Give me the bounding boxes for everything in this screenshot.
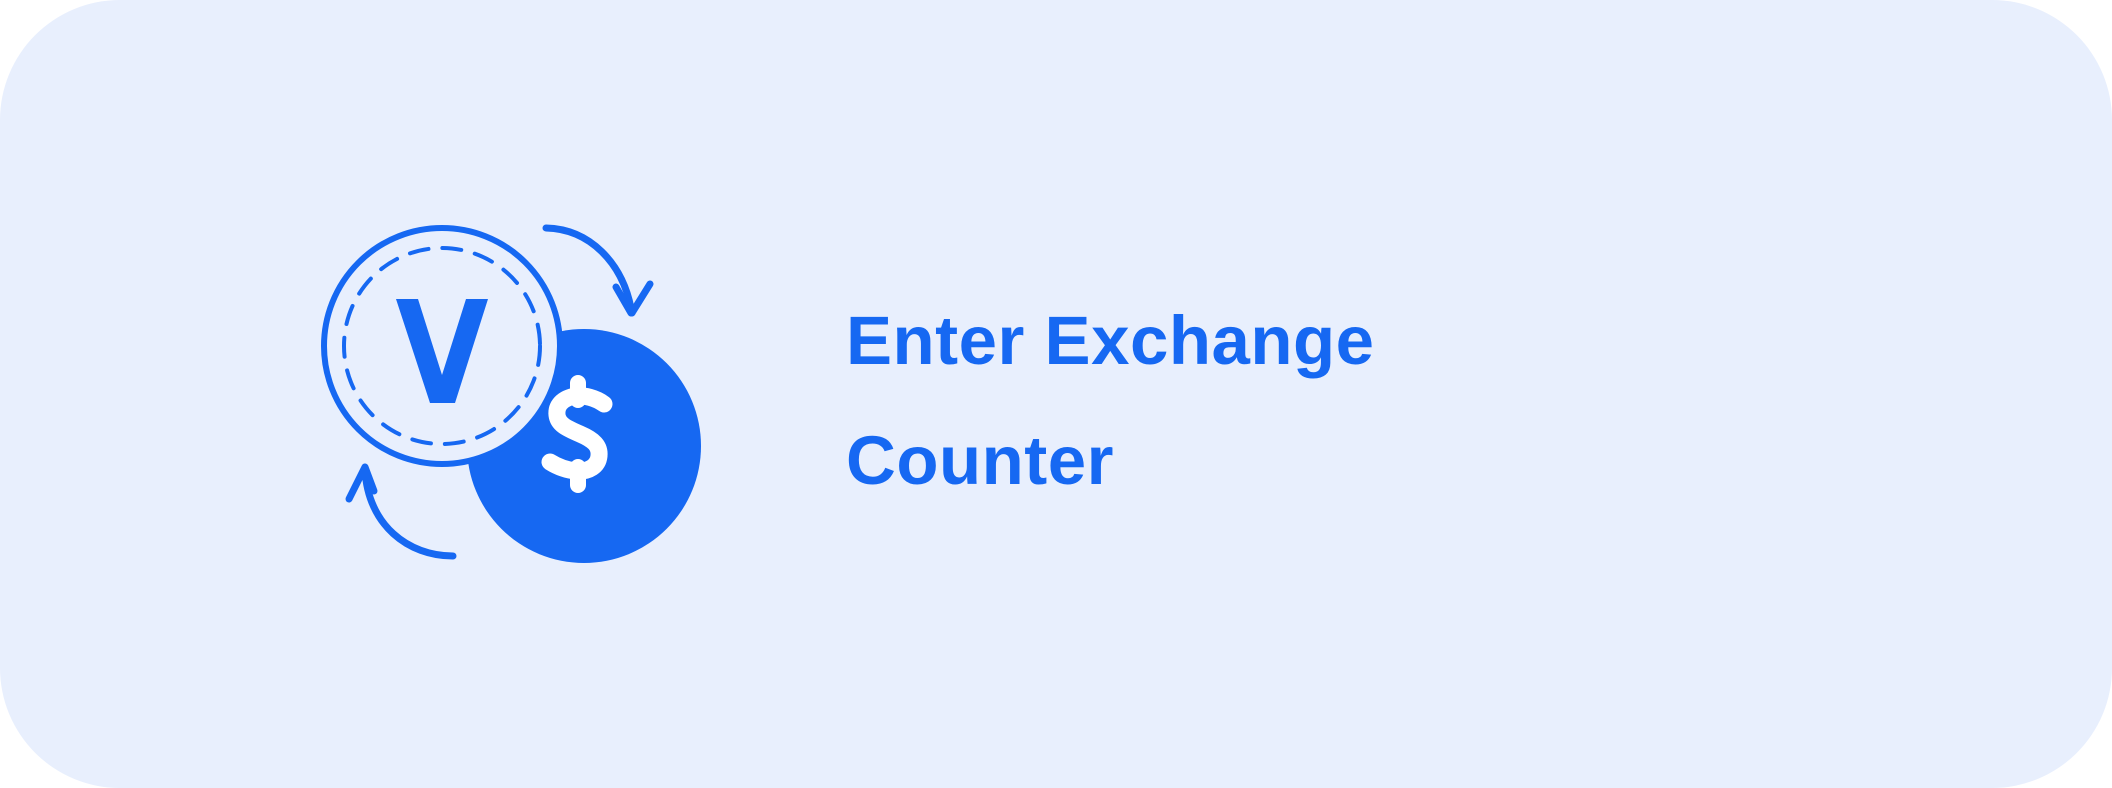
enter-exchange-counter-button[interactable]: Enter Exchange Counter xyxy=(0,0,2112,788)
v-coin-icon xyxy=(321,225,563,467)
currency-exchange-icon xyxy=(300,205,720,580)
button-label: Enter Exchange Counter xyxy=(846,281,1746,521)
button-label-line-1: Enter Exchange xyxy=(846,302,1375,379)
button-label-line-2: Counter xyxy=(846,422,1114,499)
